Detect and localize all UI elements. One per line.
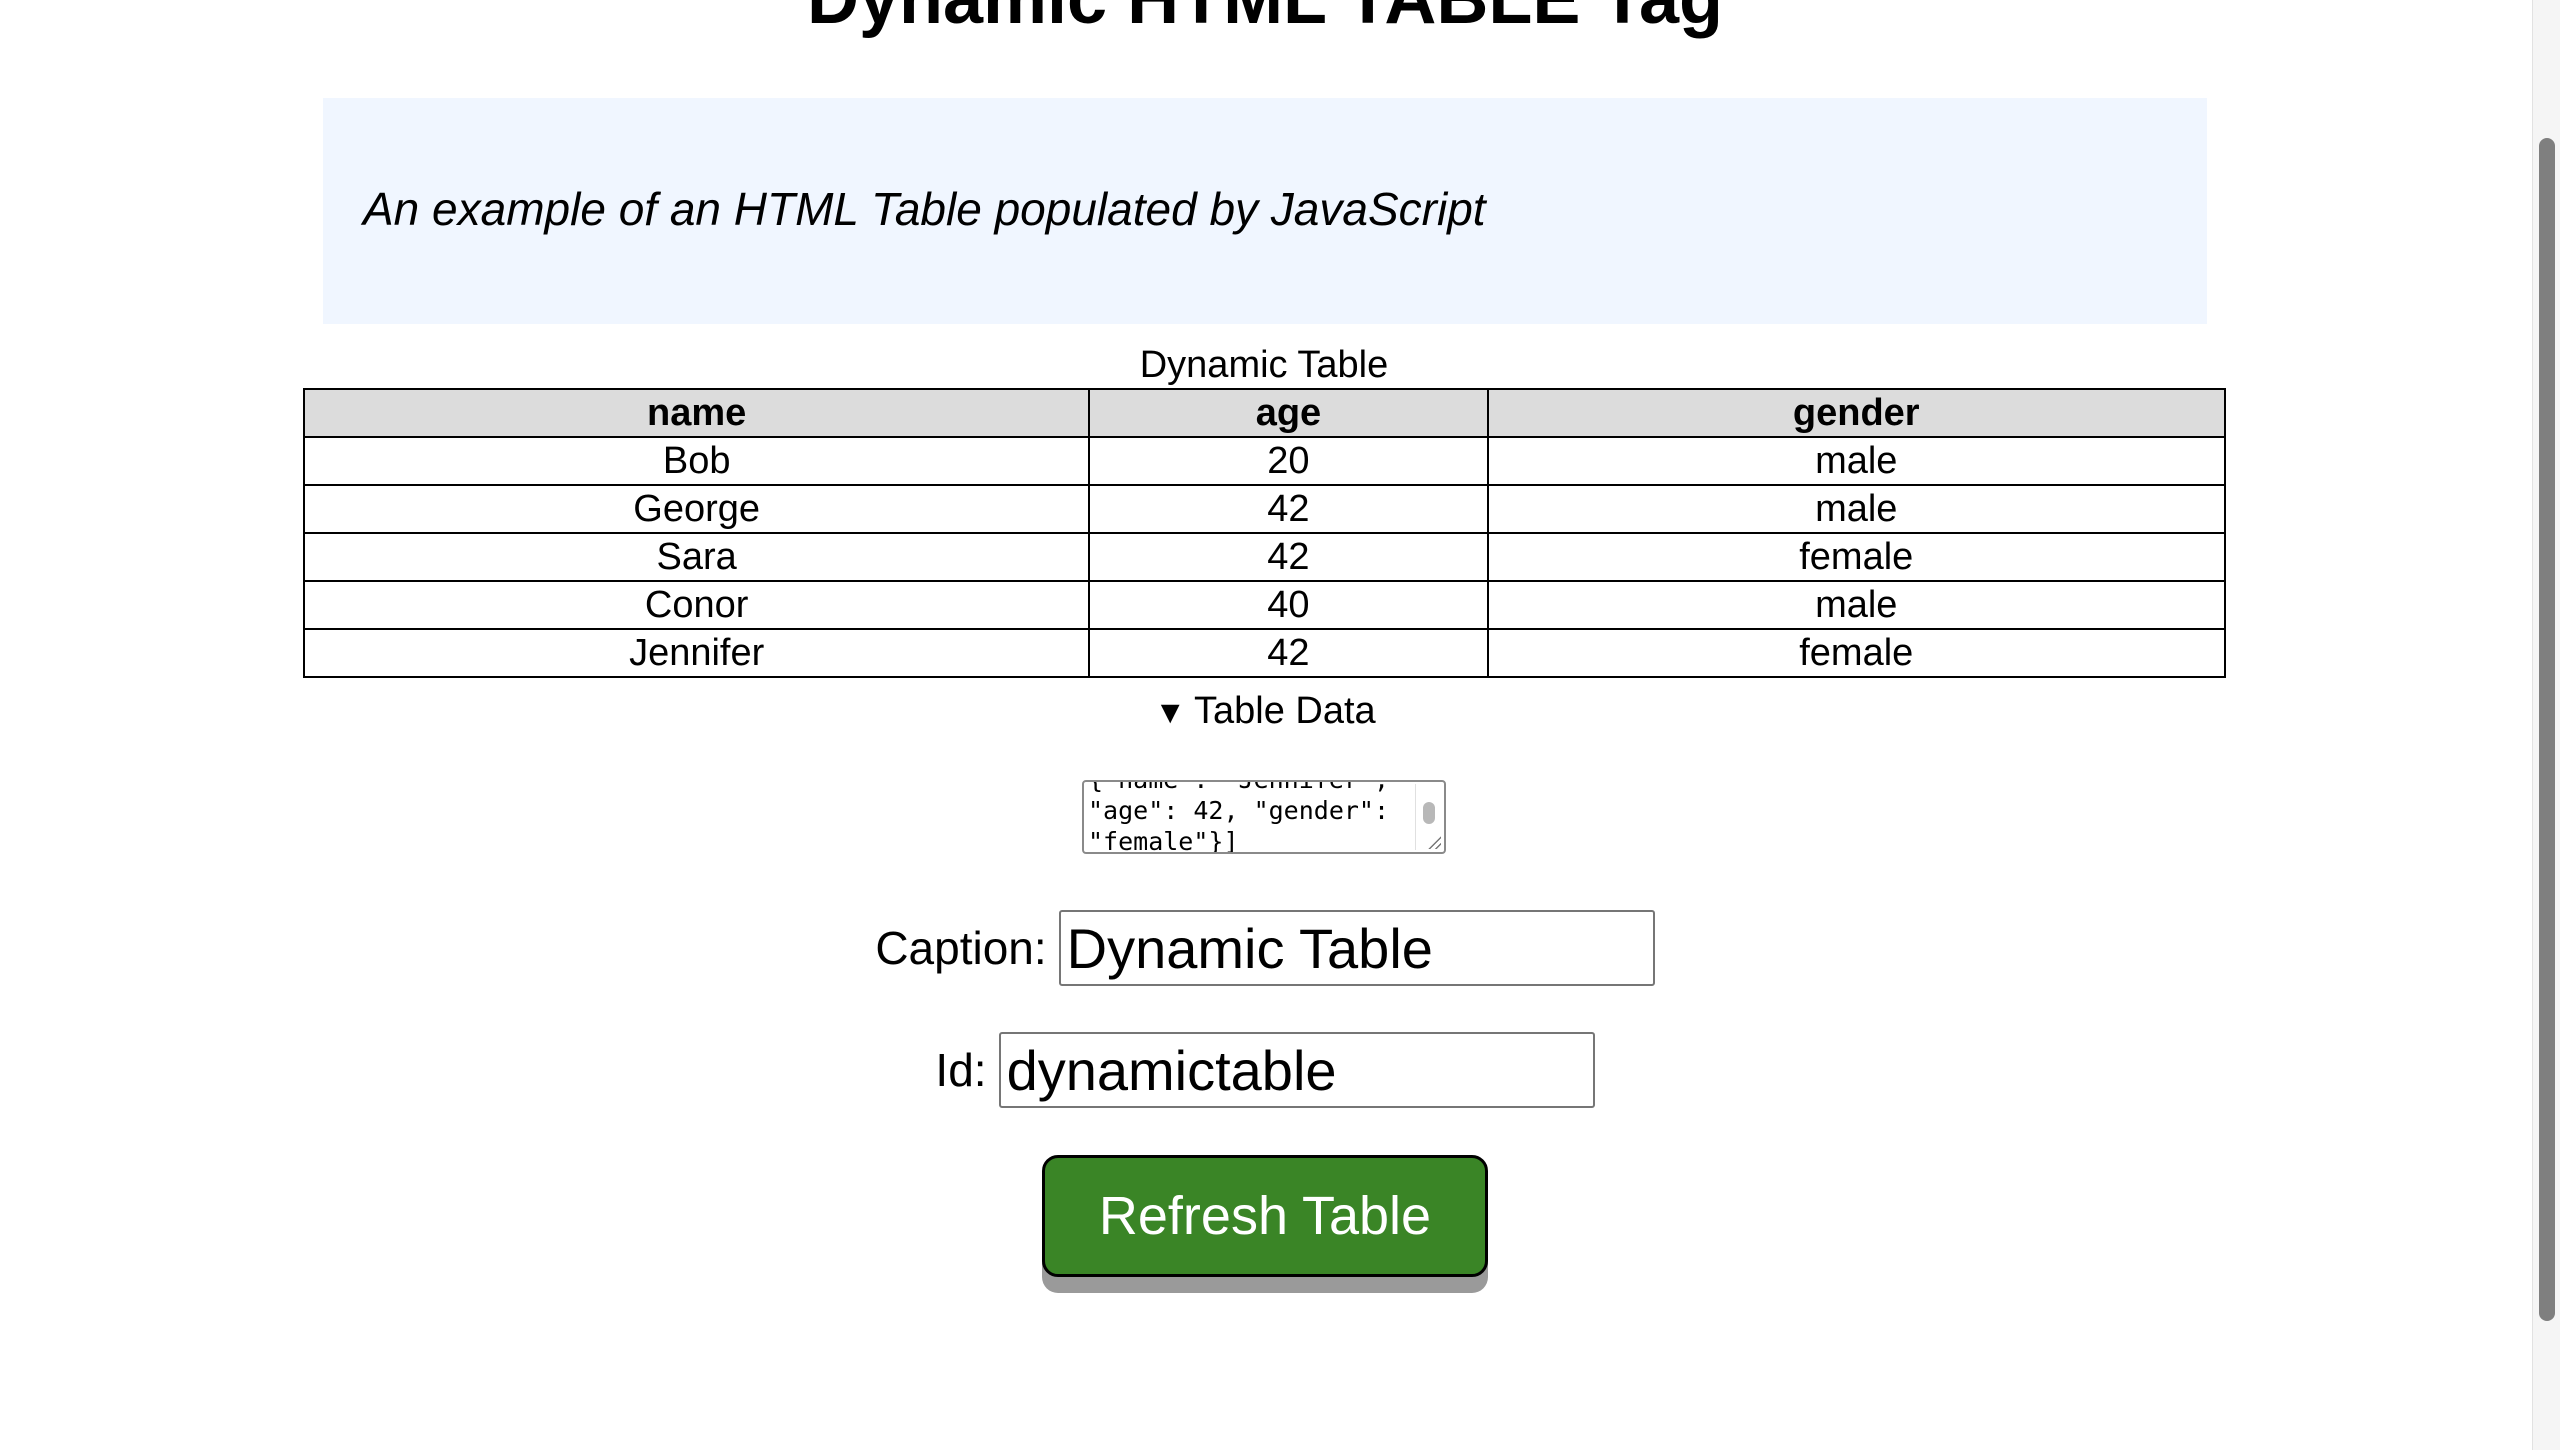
refresh-table-button[interactable]: Refresh Table	[1042, 1155, 1488, 1277]
column-header-name: name	[302, 388, 1091, 438]
cell-age: 42	[1088, 484, 1489, 534]
id-label: Id:	[935, 1044, 987, 1096]
cell-gender: male	[1486, 580, 2227, 630]
cell-name: Sara	[302, 532, 1091, 582]
intro-box: An example of an HTML Table populated by…	[323, 98, 2207, 324]
id-field-row: Id:	[0, 1032, 2530, 1108]
cell-age: 40	[1088, 580, 1489, 630]
table-row: Bob 20 male	[302, 436, 2227, 486]
page-heading: Dynamic HTML TABLE Tag	[0, 0, 2530, 38]
page-scrollbar-thumb[interactable]	[2539, 138, 2555, 1321]
caption-label: Caption:	[875, 922, 1047, 974]
cell-gender: male	[1486, 484, 2227, 534]
cell-age: 42	[1088, 532, 1489, 582]
cell-age: 42	[1088, 628, 1489, 678]
id-input[interactable]	[998, 1032, 1595, 1108]
cell-name: George	[302, 484, 1091, 534]
table-data-summary-label: Table Data	[1194, 690, 1376, 732]
table-row: George 42 male	[302, 484, 2227, 534]
cell-gender: male	[1486, 436, 2227, 486]
table-data-textarea-frame: {"name": "Jennifer", "age": 42, "gender"…	[1082, 780, 1446, 854]
page-scrollbar[interactable]	[2532, 0, 2560, 1450]
table-row: Sara 42 female	[302, 532, 2227, 582]
column-header-age: age	[1088, 388, 1489, 438]
table-header-row: name age gender	[302, 388, 2227, 438]
table-row: Jennifer 42 female	[302, 628, 2227, 678]
cell-gender: female	[1486, 628, 2227, 678]
column-header-gender: gender	[1486, 388, 2227, 438]
caption-input[interactable]	[1058, 910, 1655, 986]
cell-gender: female	[1486, 532, 2227, 582]
triangle-down-icon: ▼	[1154, 694, 1186, 730]
table-data-textarea[interactable]: {"name": "Jennifer", "age": 42, "gender"…	[1084, 782, 1422, 852]
caption-field-row: Caption:	[0, 910, 2530, 986]
cell-name: Jennifer	[302, 628, 1091, 678]
cell-name: Conor	[302, 580, 1091, 630]
cell-age: 20	[1088, 436, 1489, 486]
table-data-toggle[interactable]: ▼ Table Data	[0, 686, 2530, 737]
resize-handle-icon[interactable]	[1427, 835, 1441, 849]
textarea-scrollbar-thumb[interactable]	[1423, 802, 1435, 824]
cell-name: Bob	[302, 436, 1091, 486]
table-caption: Dynamic Table	[1139, 344, 1389, 386]
table-row: Conor 40 male	[302, 580, 2227, 630]
page: Dynamic HTML TABLE Tag An example of an …	[0, 0, 2560, 1450]
dynamic-table: name age gender Bob 20 male George 42 ma…	[302, 388, 2227, 678]
intro-text: An example of an HTML Table populated by…	[363, 183, 1486, 235]
